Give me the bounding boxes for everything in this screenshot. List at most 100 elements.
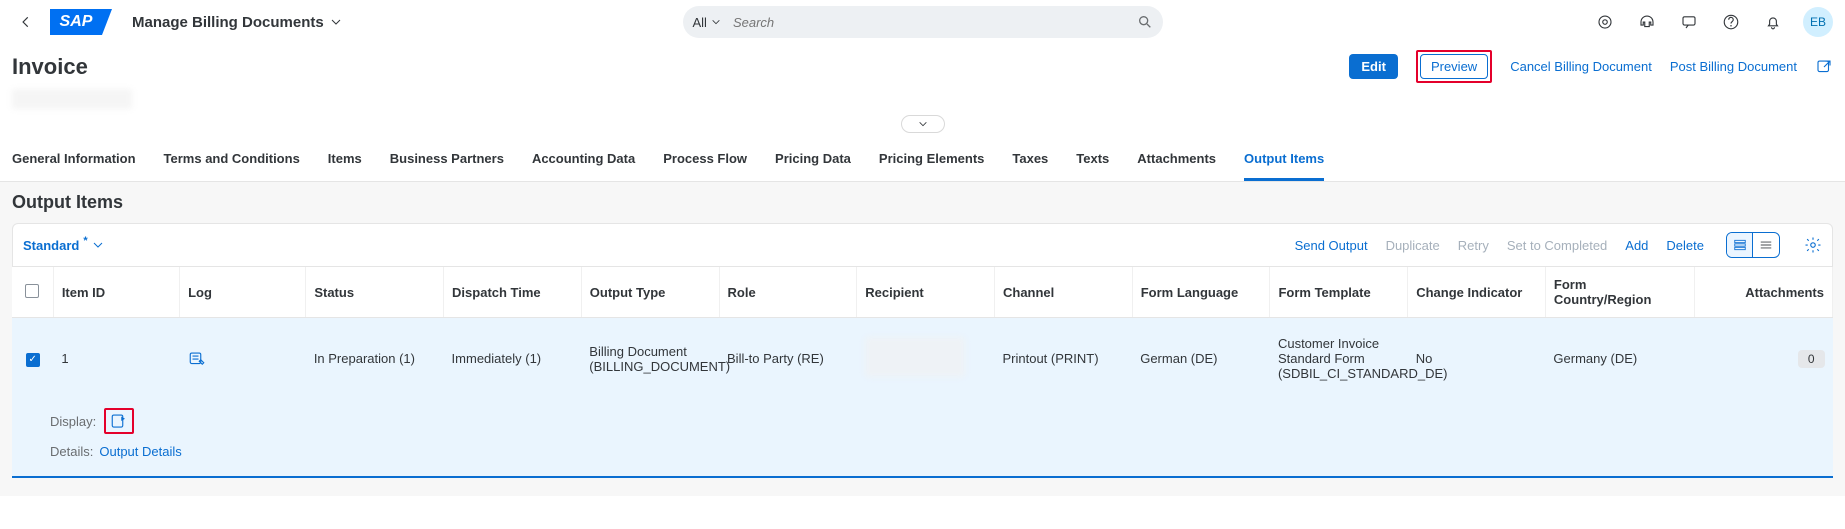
tab-terms-and-conditions[interactable]: Terms and Conditions — [164, 139, 300, 181]
search-icon[interactable] — [1137, 14, 1153, 30]
help-icon[interactable] — [1719, 10, 1743, 34]
tab-pricing-data[interactable]: Pricing Data — [775, 139, 851, 181]
row-checkbox[interactable]: ✓ — [26, 353, 40, 367]
page-title: Invoice — [12, 54, 88, 80]
add-action[interactable]: Add — [1625, 238, 1648, 253]
tab-attachments[interactable]: Attachments — [1137, 139, 1216, 181]
col-form-country[interactable]: Form Country/Region — [1545, 267, 1694, 318]
preview-button[interactable]: Preview — [1420, 54, 1488, 79]
doc-number-redacted — [12, 89, 132, 109]
tab-texts[interactable]: Texts — [1076, 139, 1109, 181]
col-output-type[interactable]: Output Type — [581, 267, 719, 318]
col-item-id[interactable]: Item ID — [53, 267, 179, 318]
header-action-bar: Edit Preview Cancel Billing Document Pos… — [1349, 50, 1833, 83]
select-all-checkbox[interactable] — [25, 284, 39, 298]
log-button[interactable] — [188, 350, 298, 368]
tab-output-items[interactable]: Output Items — [1244, 139, 1324, 181]
cell-form-language: German (DE) — [1132, 318, 1270, 400]
gear-icon — [1804, 236, 1822, 254]
cell-status: In Preparation (1) — [306, 318, 444, 400]
col-log[interactable]: Log — [180, 267, 306, 318]
variant-name: Standard — [23, 238, 79, 253]
display-highlight — [104, 408, 134, 434]
page-header: Invoice Edit Preview Cancel Billing Docu… — [0, 44, 1845, 133]
share-icon — [1815, 58, 1833, 76]
display-icon — [110, 412, 128, 430]
search-scope-label: All — [693, 15, 707, 30]
cell-channel: Printout (PRINT) — [994, 318, 1132, 400]
chevron-down-icon — [918, 119, 928, 129]
variant-modified-indicator: * — [83, 235, 87, 247]
app-title-text: Manage Billing Documents — [132, 14, 324, 31]
preview-highlight: Preview — [1416, 50, 1492, 83]
recipient-redacted — [865, 337, 965, 377]
display-label: Display: — [50, 414, 96, 429]
share-button[interactable] — [1815, 58, 1833, 76]
support-icon[interactable] — [1635, 10, 1659, 34]
tab-accounting-data[interactable]: Accounting Data — [532, 139, 635, 181]
header-expand-toggle[interactable] — [901, 115, 945, 133]
shell-actions: EB — [1593, 7, 1833, 37]
col-dispatch-time[interactable]: Dispatch Time — [444, 267, 582, 318]
table-toolbar: Standard * Send Output Duplicate Retry S… — [12, 223, 1833, 267]
toolbar-actions: Send Output Duplicate Retry Set to Compl… — [1295, 232, 1822, 258]
table-settings-button[interactable] — [1804, 236, 1822, 254]
search-scope-dropdown[interactable]: All — [693, 15, 731, 30]
send-output-action[interactable]: Send Output — [1295, 238, 1368, 253]
search-input[interactable] — [731, 14, 1137, 31]
col-form-template[interactable]: Form Template — [1270, 267, 1408, 318]
table-row[interactable]: ✓ 1 In Preparation (1) Immediately (1) B… — [12, 318, 1833, 400]
back-button[interactable] — [12, 8, 40, 36]
chevron-down-icon — [330, 16, 342, 28]
tab-items[interactable]: Items — [328, 139, 362, 181]
cell-item-id: 1 — [53, 318, 179, 400]
chevron-left-icon — [19, 15, 33, 29]
app-title-dropdown[interactable]: Manage Billing Documents — [132, 14, 342, 31]
col-recipient[interactable]: Recipient — [857, 267, 995, 318]
cell-attachments: 0 — [1695, 318, 1833, 400]
anchor-tab-bar: General Information Terms and Conditions I… — [0, 139, 1845, 182]
tab-pricing-elements[interactable]: Pricing Elements — [879, 139, 984, 181]
edit-button[interactable]: Edit — [1349, 54, 1398, 79]
col-status[interactable]: Status — [306, 267, 444, 318]
compact-view-icon — [1759, 240, 1773, 250]
tab-taxes[interactable]: Taxes — [1012, 139, 1048, 181]
cell-output-type: Billing Document (BILLING_DOCUMENT) — [581, 318, 719, 400]
tab-process-flow[interactable]: Process Flow — [663, 139, 747, 181]
table-header-row: Item ID Log Status Dispatch Time Output … — [12, 267, 1833, 318]
cell-change-indicator: No — [1408, 318, 1546, 400]
cell-form-template: Customer Invoice Standard Form (SDBIL_CI… — [1270, 318, 1408, 400]
col-form-language[interactable]: Form Language — [1132, 267, 1270, 318]
retry-action: Retry — [1458, 238, 1489, 253]
cell-dispatch-time: Immediately (1) — [444, 318, 582, 400]
col-channel[interactable]: Channel — [994, 267, 1132, 318]
shell-header: SAP Manage Billing Documents All EB — [0, 0, 1845, 44]
col-attachments[interactable]: Attachments — [1695, 267, 1833, 318]
cancel-billing-doc-link[interactable]: Cancel Billing Document — [1510, 59, 1652, 74]
tab-general-information[interactable]: General Information — [12, 139, 136, 181]
notifications-icon[interactable] — [1761, 10, 1785, 34]
details-label: Details: — [50, 444, 93, 459]
row-detail-panel: Display: Details: Output Details — [12, 399, 1833, 478]
delete-action[interactable]: Delete — [1666, 238, 1704, 253]
view-mode-compact[interactable] — [1753, 233, 1779, 257]
feedback-icon[interactable] — [1677, 10, 1701, 34]
cell-role: Bill-to Party (RE) — [719, 318, 857, 400]
col-change-indicator[interactable]: Change Indicator — [1408, 267, 1546, 318]
col-role[interactable]: Role — [719, 267, 857, 318]
tab-business-partners[interactable]: Business Partners — [390, 139, 504, 181]
user-avatar[interactable]: EB — [1803, 7, 1833, 37]
display-output-button[interactable] — [110, 412, 128, 430]
chevron-down-icon — [92, 239, 104, 251]
chevron-down-icon — [711, 17, 721, 27]
log-icon — [188, 350, 206, 368]
sap-logo: SAP — [50, 9, 102, 35]
duplicate-action: Duplicate — [1386, 238, 1440, 253]
global-search[interactable]: All — [683, 6, 1163, 38]
view-mode-detail[interactable] — [1727, 233, 1753, 257]
output-details-link[interactable]: Output Details — [99, 444, 181, 459]
copilot-icon[interactable] — [1593, 10, 1617, 34]
attachments-badge: 0 — [1798, 350, 1825, 368]
post-billing-doc-link[interactable]: Post Billing Document — [1670, 59, 1797, 74]
variant-selector[interactable]: Standard * — [23, 238, 104, 253]
